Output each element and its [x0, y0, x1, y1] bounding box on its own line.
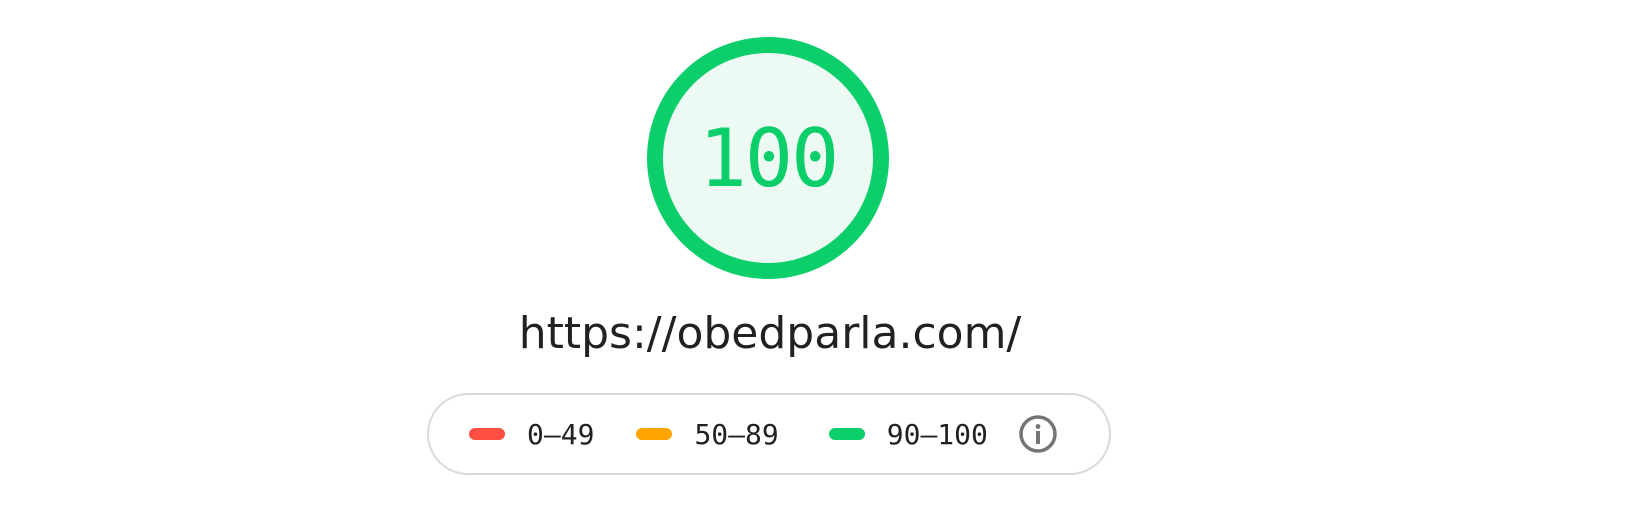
- fail-swatch: [469, 428, 505, 440]
- score-legend: 0–49 50–89 90–100: [427, 393, 1111, 475]
- average-swatch: [636, 428, 673, 440]
- score-value: 100: [698, 111, 840, 205]
- legend-label: 90–100: [886, 417, 988, 451]
- legend-label: 0–49: [527, 417, 595, 451]
- report-url: https://obedparla.com/: [518, 308, 1022, 359]
- score-gauge: 100: [646, 36, 890, 280]
- legend-item-average: 50–89: [636, 417, 779, 451]
- legend-item-fail: 0–49: [469, 418, 594, 451]
- info-icon[interactable]: [1018, 414, 1058, 454]
- legend-item-pass: 90–100: [828, 417, 988, 451]
- pass-swatch: [828, 428, 865, 440]
- legend-label: 50–89: [694, 417, 779, 451]
